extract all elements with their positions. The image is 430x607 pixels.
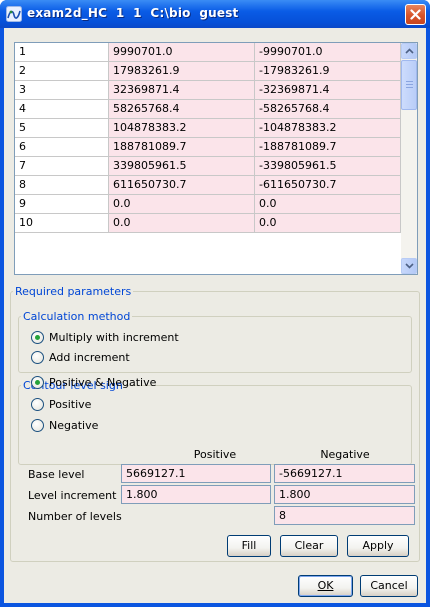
cancel-button-label: Cancel [370,579,408,592]
base-level-positive-field[interactable]: 5669127.1 [121,464,271,483]
chevron-up-icon [405,48,414,54]
row-index: 7 [15,157,109,175]
negative-level-cell[interactable]: -339805961.5 [255,157,401,175]
radio-negative[interactable]: Negative [31,418,98,434]
radio-label: Add increment [49,351,130,364]
positive-level-cell[interactable]: 104878383.2 [109,119,255,137]
level-increment-negative-field[interactable]: 1.800 [274,485,415,504]
ok-button-label: OK [317,579,334,592]
ok-button[interactable]: OK [298,575,353,597]
row-index: 5 [15,119,109,137]
positive-level-cell[interactable]: 339805961.5 [109,157,255,175]
positive-column-header: Positive [193,448,237,461]
radio-unselected-icon [31,419,44,432]
dialog-body: 1 9990701.0 -9990701.0 2 17983261.9 -179… [4,28,426,603]
negative-column-header: Negative [320,448,370,461]
radio-positive-and-negative[interactable]: Positive & Negative [31,375,156,391]
radio-label: Negative [49,419,99,432]
base-level-negative-field[interactable]: -5669127.1 [274,464,415,483]
positive-level-cell[interactable]: 17983261.9 [109,62,255,80]
negative-level-cell[interactable]: -611650730.7 [255,176,401,194]
negative-level-cell[interactable]: -104878383.2 [255,119,401,137]
radio-add-increment[interactable]: Add increment [31,350,130,366]
row-index: 6 [15,138,109,156]
negative-level-cell[interactable]: -9990701.0 [255,43,401,61]
negative-level-cell[interactable]: -58265768.4 [255,100,401,118]
table-row[interactable]: 3 32369871.4 -32369871.4 [15,81,401,100]
radio-selected-icon [31,376,44,389]
table-row[interactable]: 1 9990701.0 -9990701.0 [15,43,401,62]
negative-level-cell[interactable]: -32369871.4 [255,81,401,99]
negative-level-cell[interactable]: -17983261.9 [255,62,401,80]
table-vertical-scrollbar[interactable] [401,43,417,274]
table-row[interactable]: 10 0.0 0.0 [15,214,401,233]
row-index: 4 [15,100,109,118]
positive-level-cell[interactable]: 188781089.7 [109,138,255,156]
positive-level-cell[interactable]: 9990701.0 [109,43,255,61]
radio-label: Multiply with increment [49,331,179,344]
negative-level-cell[interactable]: -188781089.7 [255,138,401,156]
positive-level-cell[interactable]: 0.0 [109,195,255,213]
contour-levels-table[interactable]: 1 9990701.0 -9990701.0 2 17983261.9 -179… [14,42,418,275]
scroll-down-button[interactable] [401,258,417,274]
positive-level-cell[interactable]: 611650730.7 [109,176,255,194]
calculation-method-legend: Calculation method [23,310,131,323]
app-icon [6,6,22,22]
positive-level-cell[interactable]: 58265768.4 [109,100,255,118]
radio-positive[interactable]: Positive [31,397,91,413]
radio-label: Positive [49,398,92,411]
level-increment-positive-field[interactable]: 1.800 [121,485,271,504]
table-row[interactable]: 5 104878383.2 -104878383.2 [15,119,401,138]
chevron-down-icon [405,263,414,269]
cancel-button[interactable]: Cancel [360,575,418,597]
window-title: exam2d_HC 1 1 C:\bio guest [27,6,239,20]
fill-button[interactable]: Fill [227,535,271,557]
row-index: 1 [15,43,109,61]
positive-level-cell[interactable]: 32369871.4 [109,81,255,99]
table-row[interactable]: 4 58265768.4 -58265768.4 [15,100,401,119]
close-button[interactable] [405,4,426,25]
title-bar[interactable]: exam2d_HC 1 1 C:\bio guest [0,0,430,28]
close-icon [410,9,421,20]
required-parameters-legend: Required parameters [15,285,132,298]
positive-level-cell[interactable]: 0.0 [109,214,255,232]
row-index: 8 [15,176,109,194]
negative-level-cell[interactable]: 0.0 [255,195,401,213]
table-grid: 1 9990701.0 -9990701.0 2 17983261.9 -179… [15,43,401,274]
base-level-label: Base level [28,468,85,481]
table-row[interactable]: 8 611650730.7 -611650730.7 [15,176,401,195]
table-row[interactable]: 2 17983261.9 -17983261.9 [15,62,401,81]
thumb-grip [406,81,413,82]
level-increment-label: Level increment [28,489,117,502]
negative-level-cell[interactable]: 0.0 [255,214,401,232]
dialog-window: exam2d_HC 1 1 C:\bio guest 1 9990701.0 -… [0,0,430,607]
table-row[interactable]: 9 0.0 0.0 [15,195,401,214]
radio-multiply-with-increment[interactable]: Multiply with increment [31,330,179,346]
radio-unselected-icon [31,351,44,364]
apply-button[interactable]: Apply [347,535,409,557]
scroll-thumb[interactable] [401,60,417,110]
row-index: 3 [15,81,109,99]
clear-button[interactable]: Clear [280,535,338,557]
number-of-levels-label: Number of levels [28,510,122,523]
thumb-grip [406,84,413,85]
thumb-grip [406,87,413,88]
radio-unselected-icon [31,398,44,411]
radio-label: Positive & Negative [49,376,157,389]
row-index: 2 [15,62,109,80]
table-row[interactable]: 6 188781089.7 -188781089.7 [15,138,401,157]
row-index: 10 [15,214,109,232]
scroll-up-button[interactable] [401,43,417,59]
table-row[interactable]: 7 339805961.5 -339805961.5 [15,157,401,176]
radio-selected-icon [31,331,44,344]
row-index: 9 [15,195,109,213]
number-of-levels-field[interactable]: 8 [274,506,415,525]
